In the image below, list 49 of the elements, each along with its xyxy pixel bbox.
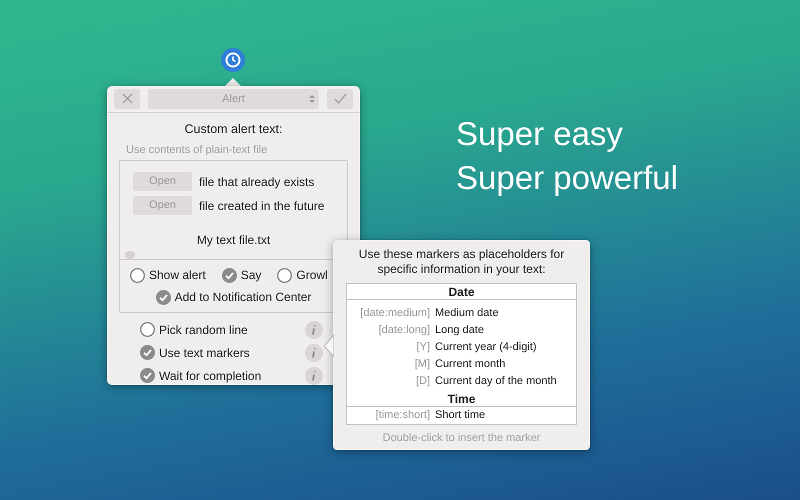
output-option-label: Show alert — [149, 267, 206, 284]
section-heading: Time — [347, 391, 576, 407]
empty-circle[interactable] — [140, 322, 155, 337]
marker-code: [date:long] — [378, 323, 430, 338]
file-option-text: file that already exists — [199, 174, 314, 190]
open-button[interactable]: Open — [133, 172, 192, 191]
slogan: Super powerful — [456, 159, 678, 197]
section-heading: Date — [347, 284, 576, 300]
marker-code: [time:short] — [374, 408, 430, 424]
close-icon — [122, 93, 132, 104]
section-title: Custom alert text: — [184, 120, 282, 138]
marker-help-intro: Use these markers as placeholders for specific information in your text: — [358, 247, 566, 277]
file-option-text: file created in the future — [199, 198, 324, 214]
slogan: Super easy — [456, 115, 623, 153]
info-icon[interactable] — [305, 366, 323, 384]
checked-circle[interactable] — [140, 345, 155, 360]
marker-description: Medium date — [435, 306, 499, 322]
option-label: Pick random line — [159, 322, 248, 338]
checkmark-icon — [334, 93, 346, 104]
close-button[interactable] — [114, 88, 140, 109]
marker-code: [date:medium] — [359, 306, 430, 322]
marker-description: Short time — [435, 408, 486, 424]
output-option-label: Say — [240, 267, 262, 284]
open-button[interactable]: Open — [133, 196, 192, 215]
marker-help-footer: Double-click to insert the marker — [382, 430, 540, 446]
marker-description: Current month — [435, 357, 506, 372]
checked-circle[interactable] — [156, 290, 171, 304]
marker-code: [Y] — [416, 340, 430, 356]
marker-description: Current day of the month — [435, 374, 557, 390]
checked-circle[interactable] — [140, 368, 155, 383]
marker-description: Current year (4-digit) — [435, 340, 536, 356]
action-select[interactable]: Alert — [148, 88, 319, 109]
option-label: Wait for completion — [159, 368, 262, 384]
marker-code: [D] — [414, 374, 430, 390]
marker-code: [M] — [414, 357, 430, 372]
marker-description: Long date — [435, 323, 484, 338]
empty-circle[interactable] — [277, 268, 292, 282]
confirm-button[interactable] — [327, 88, 353, 109]
file-label: Use contents of plain-text file — [126, 142, 268, 158]
empty-circle[interactable] — [130, 268, 145, 282]
stepper-icon — [309, 94, 315, 104]
notification-option-label: Add to Notification Center — [174, 289, 312, 306]
output-option-label: Growl — [296, 267, 328, 284]
option-label: Use text markers — [159, 344, 250, 362]
checked-circle[interactable] — [222, 268, 237, 282]
info-icon[interactable] — [305, 320, 323, 338]
file-name: My text file.txt — [196, 232, 270, 249]
info-icon[interactable] — [305, 344, 323, 362]
clock-icon[interactable] — [221, 48, 245, 72]
